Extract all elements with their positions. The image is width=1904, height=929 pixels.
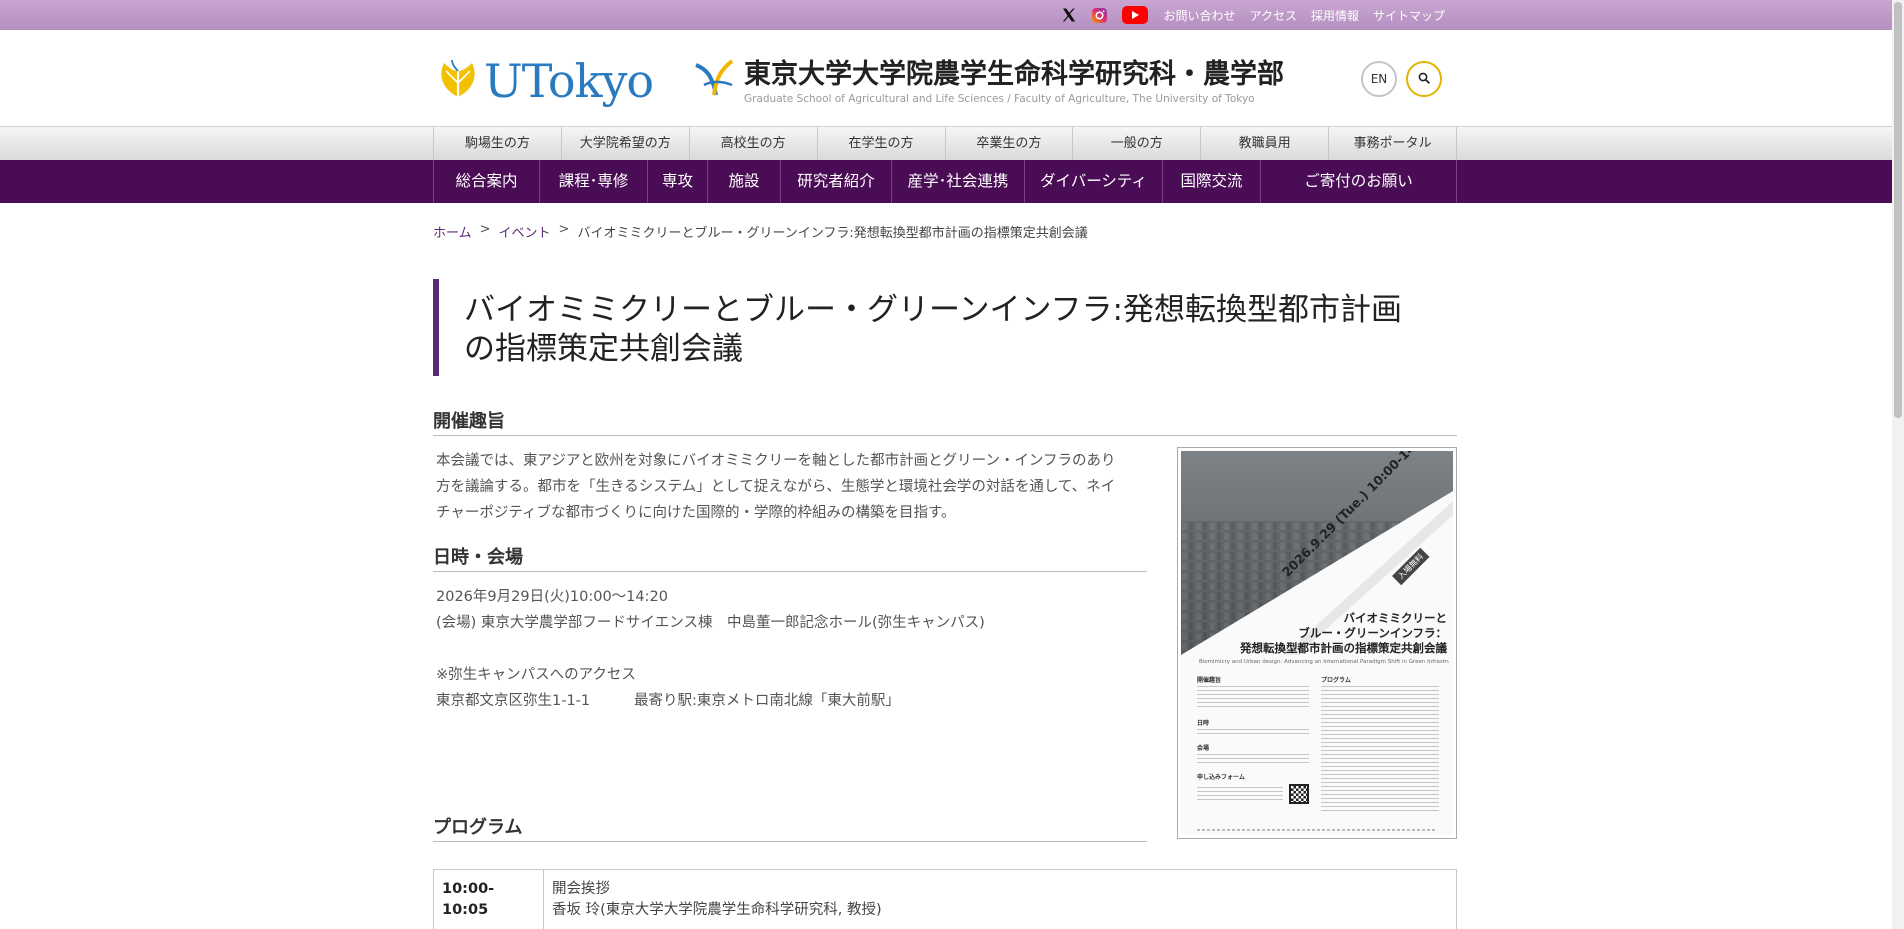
purpose-line: チャーポジティブな都市づくりに向けた国際的・学際的枠組みの構築を目指す。	[436, 505, 956, 521]
poster-footer-text	[1197, 829, 1437, 831]
datetime-heading: 日時・会場	[433, 543, 1147, 572]
audience-grad-applicants[interactable]: 大学院希望の方	[560, 127, 689, 161]
breadcrumb: ホーム > イベント > バイオミミクリーとブルー・グリーンインフラ:発想転換型…	[433, 222, 1088, 241]
language-button[interactable]: EN	[1361, 61, 1397, 97]
qr-code-icon	[1289, 784, 1309, 804]
audience-nav: 駒場生の方 大学院希望の方 高校生の方 在学生の方 卒業生の方 一般の方 教職員…	[0, 126, 1892, 161]
school-logo-icon	[692, 55, 736, 103]
poster-image: 2026.9.29 (Tue.) 10:00-14:20 入場無料 バイオミミク…	[1181, 451, 1453, 835]
poster-apply-block	[1197, 784, 1309, 804]
poster-text-block	[1197, 787, 1283, 801]
campus-access-label: ※弥生キャンパスへのアクセス	[436, 667, 636, 683]
utokyo-wordmark: UTokyo	[484, 54, 654, 108]
page-title-line2: の指標策定共創会議	[464, 331, 743, 367]
breadcrumb-home[interactable]: ホーム	[433, 222, 472, 241]
purpose-line: 本会議では、東アジアと欧州を対象にバイオミミクリーを軸とした都市計画とグリーン・…	[436, 453, 1116, 469]
event-venue: (会場) 東京大学農学部フードサイエンス棟 中島董一郎記念ホール(弥生キャンパス…	[436, 615, 985, 631]
program-table: 10:00-10:05 開会挨拶 香坂 玲(東京大学大学院農学生命科学研究科, …	[433, 869, 1457, 929]
school-logo[interactable]: 東京大学大学院農学生命科学研究科・農学部 Graduate School of …	[692, 52, 1284, 105]
nav-departments[interactable]: 専攻	[647, 160, 707, 203]
nav-international[interactable]: 国際交流	[1162, 160, 1260, 203]
nav-researchers[interactable]: 研究者紹介	[780, 160, 891, 203]
poster-sec-purpose: 開催趣旨	[1197, 677, 1222, 684]
poster-program-block	[1321, 686, 1439, 814]
school-name-en: Graduate School of Agricultural and Life…	[744, 93, 1255, 105]
poster-text-block	[1197, 729, 1309, 735]
program-heading: プログラム	[433, 813, 1147, 842]
utility-bar: お問い合わせ アクセス 採用情報 サイトマップ	[0, 0, 1892, 30]
poster-title-line: 発想転換型都市計画の指標策定共創会議	[1240, 641, 1447, 655]
sitemap-link[interactable]: サイトマップ	[1373, 7, 1445, 24]
nav-industry[interactable]: 産学･社会連携	[891, 160, 1024, 203]
poster-left-col: 開催趣旨 日時 会場 申し込みフォーム	[1197, 675, 1309, 804]
table-row: 10:00-10:05 開会挨拶 香坂 玲(東京大学大学院農学生命科学研究科, …	[433, 869, 1457, 929]
recruit-link[interactable]: 採用情報	[1311, 7, 1359, 24]
program-time: 10:00-10:05	[433, 869, 544, 929]
audience-current-students[interactable]: 在学生の方	[816, 127, 945, 161]
audience-general[interactable]: 一般の方	[1072, 127, 1200, 161]
utility-nav: お問い合わせ アクセス 採用情報 サイトマップ	[1061, 6, 1445, 24]
utility-links: お問い合わせ アクセス 採用情報 サイトマップ	[1164, 7, 1445, 24]
scrollbar-thumb[interactable]	[1894, 2, 1902, 418]
x-icon[interactable]	[1061, 7, 1077, 23]
breadcrumb-separator: >	[558, 222, 570, 237]
audience-alumni[interactable]: 卒業生の方	[944, 127, 1073, 161]
page-scrollbar[interactable]	[1892, 0, 1904, 929]
instagram-icon[interactable]	[1091, 7, 1108, 24]
audience-komaba[interactable]: 駒場生の方	[433, 127, 561, 161]
main-nav: 総合案内 課程･専修 専攻 施設 研究者紹介 産学･社会連携 ダイバーシティ 国…	[0, 160, 1892, 203]
breadcrumb-separator: >	[479, 222, 491, 237]
poster-title: バイオミミクリーと ブルー・グリーンインフラ： 発想転換型都市計画の指標策定共創…	[1240, 611, 1447, 656]
event-date: 2026年9月29日(火)10:00～14:20	[436, 589, 668, 605]
contact-link[interactable]: お問い合わせ	[1164, 7, 1236, 24]
audience-staff[interactable]: 教職員用	[1200, 127, 1328, 161]
poster-sec-program: プログラム	[1321, 677, 1351, 684]
purpose-text: 本会議では、東アジアと欧州を対象にバイオミミクリーを軸とした都市計画とグリーン・…	[436, 448, 1156, 526]
poster-title-line: ブルー・グリーンインフラ：	[1298, 626, 1447, 640]
audience-office-portal[interactable]: 事務ポータル	[1328, 127, 1457, 161]
utokyo-logo[interactable]: UTokyo	[436, 54, 654, 108]
poster-text-block	[1197, 754, 1309, 764]
poster-sec-date: 日時	[1197, 720, 1210, 727]
poster-subtitle: Biomimicry and Urban design: Advancing a…	[1199, 659, 1449, 665]
poster-title-line: バイオミミクリーと	[1343, 611, 1448, 625]
site-header: UTokyo 東京大学大学院農学生命科学研究科・農学部 Graduate Sch…	[0, 30, 1892, 126]
address-line: 東京都文京区弥生1-1-1 最寄り駅:東京メトロ南北線「東大前駅」	[436, 688, 1156, 714]
audience-highschool[interactable]: 高校生の方	[688, 127, 817, 161]
youtube-icon[interactable]	[1121, 6, 1148, 24]
access-link[interactable]: アクセス	[1250, 7, 1297, 24]
search-button[interactable]	[1406, 61, 1442, 97]
program-detail: 開会挨拶 香坂 玲(東京大学大学院農学生命科学研究科, 教授)	[543, 869, 1457, 929]
nav-courses[interactable]: 課程･専修	[539, 160, 647, 203]
purpose-line: 方を議論する。都市を「生きるシステム」として捉えながら、生態学と環境社会学の対話…	[436, 479, 1116, 495]
datetime-text: 2026年9月29日(火)10:00～14:20 (会場) 東京大学農学部フード…	[436, 584, 1156, 714]
nav-facilities[interactable]: 施設	[707, 160, 780, 203]
poster-right-col: プログラム	[1321, 675, 1439, 814]
event-address: 東京都文京区弥生1-1-1	[436, 693, 591, 709]
page: お問い合わせ アクセス 採用情報 サイトマップ UTokyo 東京大学大学院農学…	[0, 0, 1904, 929]
poster-text-block	[1197, 686, 1309, 710]
breadcrumb-events[interactable]: イベント	[499, 222, 551, 241]
purpose-heading: 開催趣旨	[433, 407, 1457, 436]
nav-donation[interactable]: ご寄付のお願い	[1260, 160, 1457, 203]
ginkgo-logo-icon	[436, 57, 480, 105]
page-title: バイオミミクリーとブルー・グリーンインフラ:発想転換型都市計画 の指標策定共創会…	[433, 279, 1457, 376]
page-title-line1: バイオミミクリーとブルー・グリーンインフラ:発想転換型都市計画	[464, 292, 1402, 328]
poster-sec-apply: 申し込みフォーム	[1197, 774, 1245, 781]
nav-overview[interactable]: 総合案内	[433, 160, 539, 203]
program-speaker: 香坂 玲(東京大学大学院農学生命科学研究科, 教授)	[552, 902, 882, 918]
search-icon	[1418, 72, 1430, 87]
page-title-text: バイオミミクリーとブルー・グリーンインフラ:発想転換型都市計画 の指標策定共創会…	[464, 291, 1457, 369]
program-title: 開会挨拶	[552, 881, 610, 897]
school-name-jp: 東京大学大学院農学生命科学研究科・農学部	[744, 59, 1284, 90]
nav-diversity[interactable]: ダイバーシティ	[1024, 160, 1162, 203]
event-poster[interactable]: 2026.9.29 (Tue.) 10:00-14:20 入場無料 バイオミミク…	[1177, 447, 1457, 839]
breadcrumb-current: バイオミミクリーとブルー・グリーンインフラ:発想転換型都市計画の指標策定共創会議	[577, 226, 1088, 241]
social-links	[1061, 6, 1148, 24]
header-buttons: EN	[1361, 61, 1442, 97]
poster-sec-venue: 会場	[1197, 745, 1210, 752]
nearest-station: 最寄り駅:東京メトロ南北線「東大前駅」	[634, 693, 900, 709]
